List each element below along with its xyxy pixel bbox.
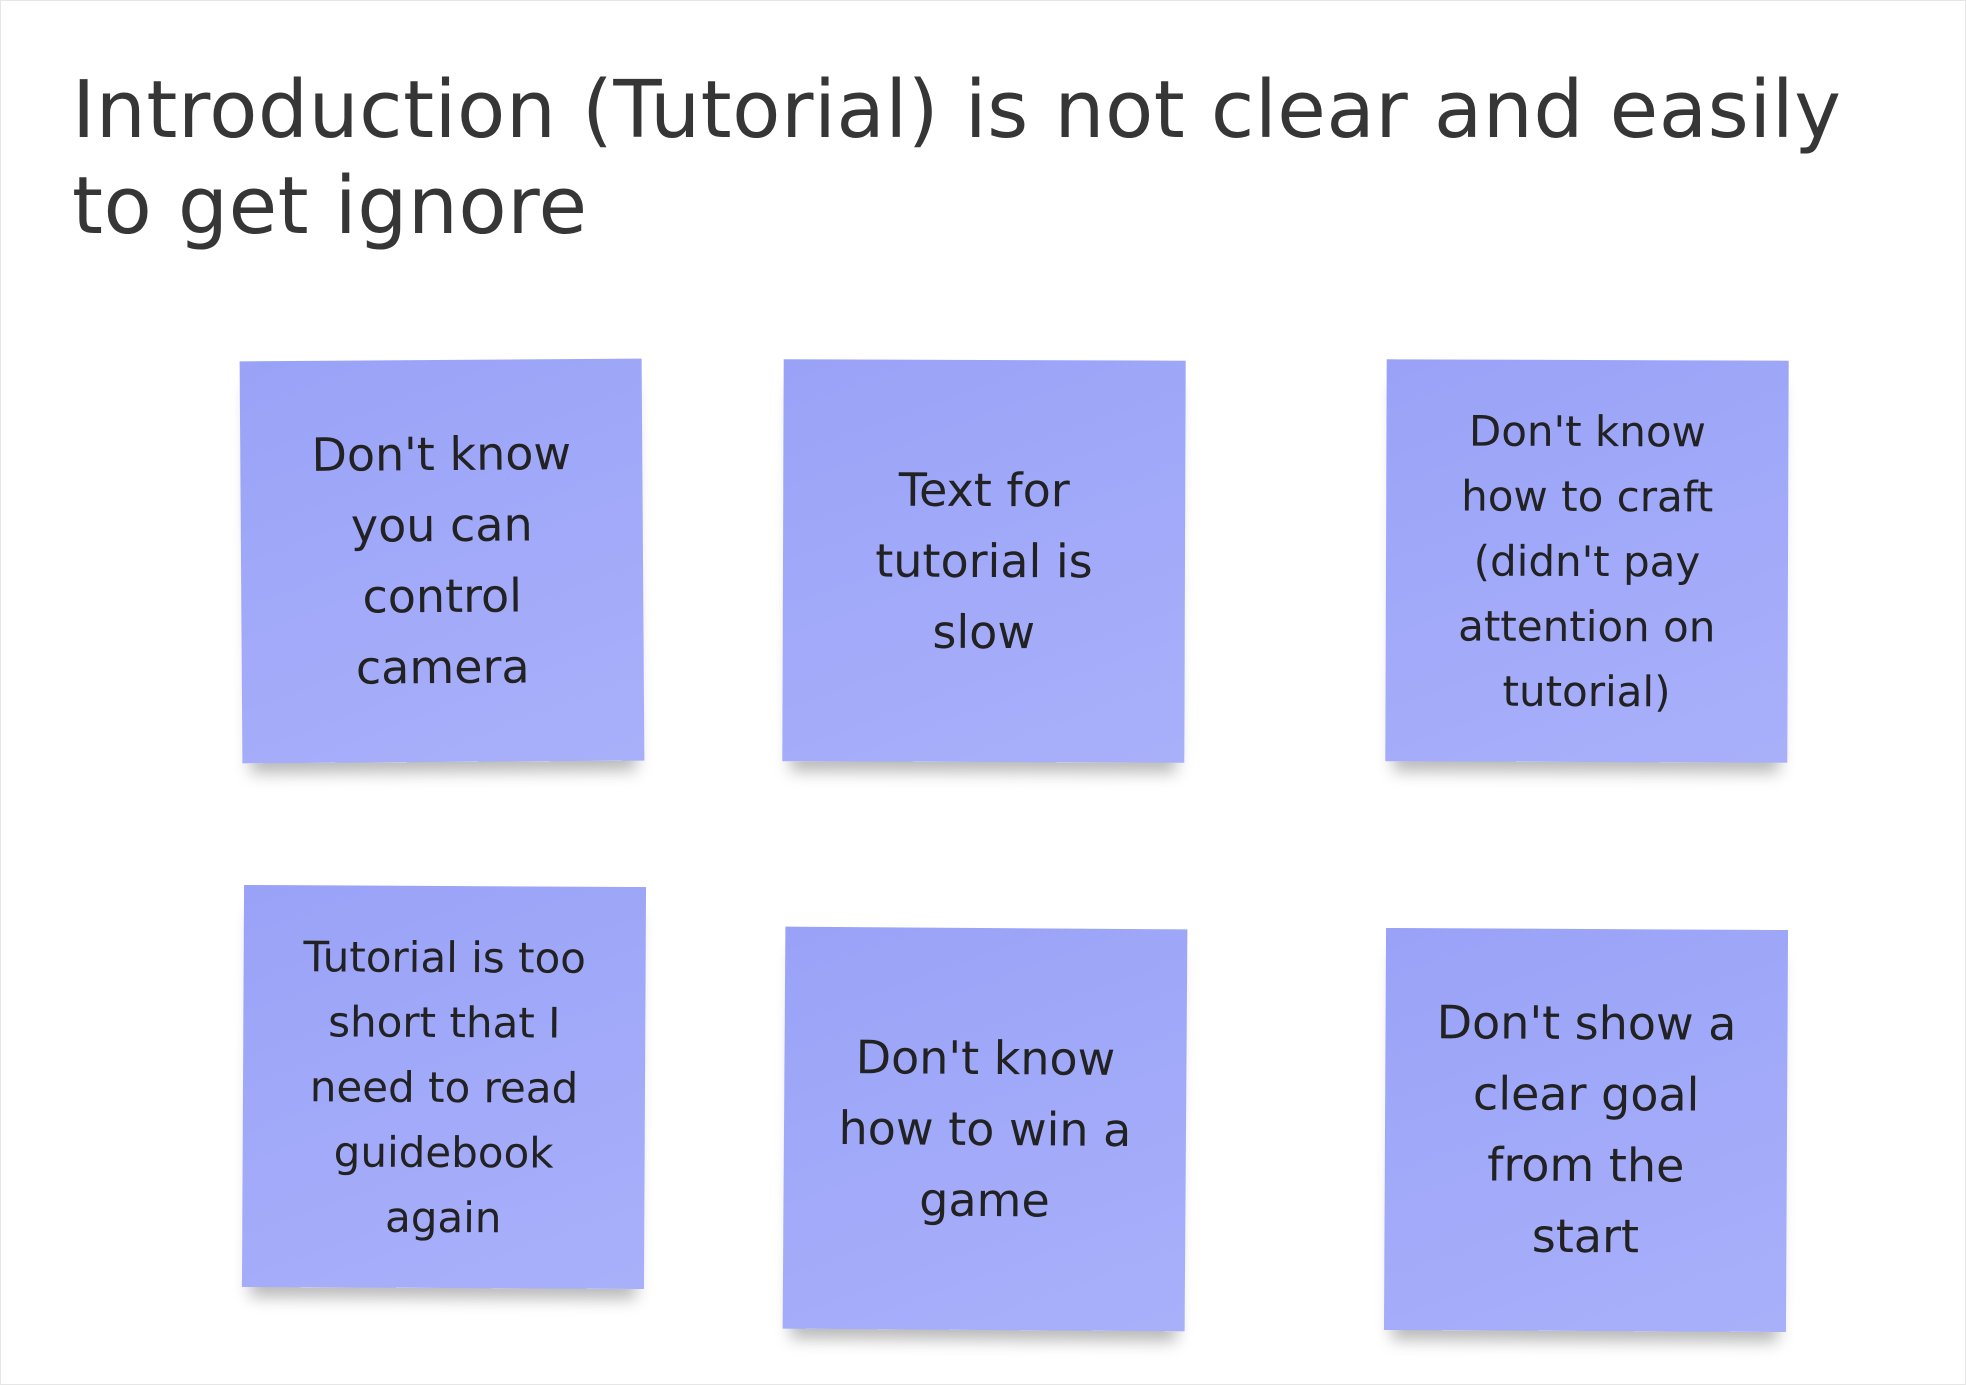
- sticky-note[interactable]: Tutorial is too short that I need to rea…: [241, 884, 647, 1290]
- sticky-note-text: Text for tutorial is slow: [875, 462, 1093, 659]
- sticky-note[interactable]: Text for tutorial is slow: [782, 359, 1186, 763]
- sticky-note-text: Don't know how to win a game: [838, 1029, 1132, 1227]
- sticky-note-text: Don't know how to craft (didn't pay atte…: [1458, 406, 1716, 716]
- sticky-note-text: Don't know you can control camera: [311, 426, 572, 695]
- sticky-note[interactable]: Don't show a clear goal from the start: [1383, 927, 1789, 1333]
- sticky-note[interactable]: Don't know how to craft (didn't pay atte…: [1385, 359, 1789, 763]
- sticky-note[interactable]: Don't know you can control camera: [239, 358, 645, 764]
- sticky-note-text: Tutorial is too short that I need to rea…: [303, 931, 587, 1242]
- sticky-note-text: Don't show a clear goal from the start: [1436, 995, 1737, 1264]
- board-title: Introduction (Tutorial) is not clear and…: [72, 64, 1842, 252]
- sticky-note[interactable]: Don't know how to win a game: [782, 926, 1188, 1332]
